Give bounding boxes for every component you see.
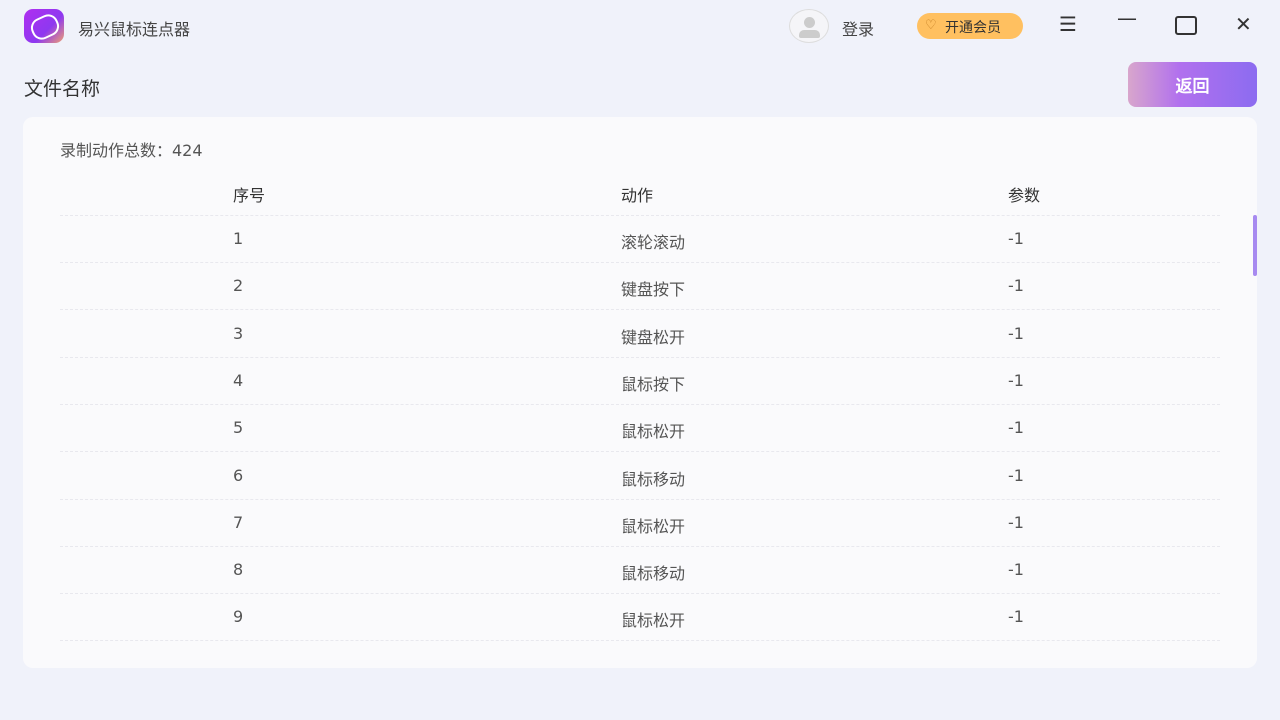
table-cell: 4: [233, 370, 244, 390]
scrollbar[interactable]: [1253, 215, 1257, 276]
total-count: 录制动作总数：424: [60, 141, 203, 160]
app-title: 易兴鼠标连点器: [78, 20, 191, 39]
table-cell: -1: [1008, 229, 1024, 248]
table-cell: -1: [1008, 465, 1024, 485]
table-cell: 鼠标移动: [621, 469, 686, 489]
table-cell: 滚轮滚动: [621, 233, 686, 252]
table-cell: 1: [233, 229, 244, 248]
close-icon[interactable]: ✕: [1235, 12, 1252, 36]
table-row[interactable]: 4 鼠标按下 -1: [60, 358, 1220, 405]
table-row[interactable]: 5 鼠标松开 -1: [60, 405, 1220, 453]
table-row[interactable]: 3 键盘松开 -1: [60, 311, 1220, 358]
table-header: 序号 动作 参数: [60, 169, 1220, 216]
table-row[interactable]: 8 鼠标移动 -1: [60, 547, 1220, 595]
table-row[interactable]: 9 鼠标松开 -1: [60, 594, 1220, 642]
table-cell: 8: [233, 560, 244, 580]
table-row[interactable]: 2 键盘按下 -1: [60, 263, 1220, 311]
table-cell: 键盘按下: [621, 280, 686, 300]
table-cell: -1: [1008, 560, 1024, 580]
table-cell: 鼠标按下: [621, 374, 686, 394]
table-cell: -1: [1008, 607, 1024, 627]
avatar-icon[interactable]: [789, 9, 829, 43]
menu-icon[interactable]: ☰: [1059, 12, 1077, 36]
minimize-icon[interactable]: —: [1117, 6, 1137, 30]
back-button[interactable]: 返回: [1128, 62, 1257, 107]
column-header: 动作: [621, 186, 654, 205]
table-cell: 3: [233, 323, 244, 343]
table-cell: 6: [233, 465, 244, 485]
table-cell: 鼠标移动: [621, 564, 686, 584]
login-link[interactable]: 登录: [842, 16, 874, 40]
table-cell: 7: [233, 512, 244, 532]
table-cell: 9: [233, 607, 244, 627]
table-cell: -1: [1008, 418, 1024, 438]
table-row[interactable]: 7 鼠标松开 -1: [60, 500, 1220, 547]
column-header: 参数: [1008, 186, 1041, 205]
table-cell: 鼠标松开: [621, 516, 686, 536]
table-cell: 5: [233, 418, 244, 438]
page-title: 文件名称: [24, 78, 101, 100]
table-cell: -1: [1008, 370, 1024, 390]
table-row[interactable]: 1 滚轮滚动 -1: [60, 216, 1220, 263]
column-header: 序号: [233, 186, 266, 205]
app-logo-icon: [24, 9, 64, 43]
table-cell: 鼠标松开: [621, 611, 686, 631]
table-cell: -1: [1008, 323, 1024, 343]
table-cell: -1: [1008, 276, 1024, 296]
table-cell: -1: [1008, 512, 1024, 532]
table-cell: 鼠标松开: [621, 422, 686, 442]
maximize-icon[interactable]: [1175, 16, 1197, 35]
table-row[interactable]: 6 鼠标移动 -1: [60, 453, 1220, 500]
table-cell: 2: [233, 276, 244, 296]
diamond-icon: ♡: [925, 18, 937, 33]
vip-button[interactable]: ♡ 开通会员: [917, 13, 1023, 39]
actions-table-card: 录制动作总数：424 序号 动作 参数 1 滚轮滚动 -1 2 键盘按下 -1 3 键盘松开 -1 4 鼠…: [23, 117, 1257, 668]
vip-label: 开通会员: [945, 20, 1001, 36]
table-cell: 键盘松开: [621, 327, 686, 347]
